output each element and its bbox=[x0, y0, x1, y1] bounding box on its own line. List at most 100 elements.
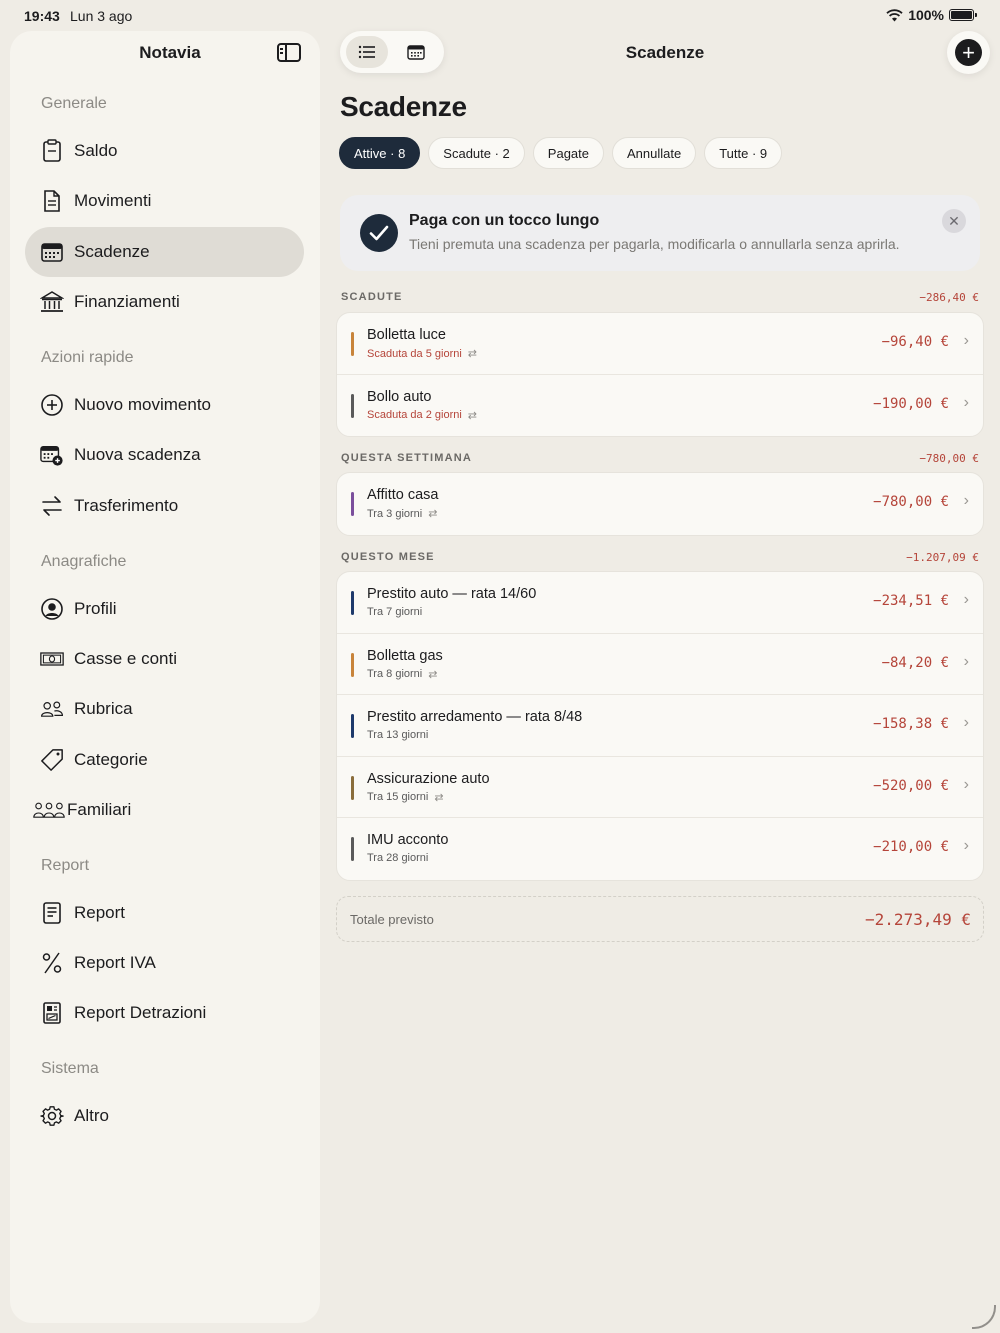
sidebar-item-categorie[interactable]: Categorie bbox=[25, 735, 304, 785]
sidebar-item-report[interactable]: Report bbox=[25, 888, 304, 938]
item-name: Affitto casa bbox=[367, 487, 439, 503]
checkmark-icon bbox=[360, 214, 398, 252]
status-time: 19:43 bbox=[24, 8, 60, 24]
group-header-questa-settimana: QUESTA SETTIMANA −780,00 € bbox=[341, 452, 979, 466]
sidebar-item-label: Familiari bbox=[67, 800, 132, 819]
sidebar-item-profili[interactable]: Profili bbox=[25, 584, 304, 634]
item-amount: −190,00 € bbox=[873, 395, 949, 412]
sidebar-item-trasferimento[interactable]: Trasferimento bbox=[25, 481, 304, 531]
list-view-button[interactable] bbox=[346, 36, 388, 68]
sidebar-item-familiari[interactable]: Familiari bbox=[25, 785, 304, 835]
item-amount: −96,40 € bbox=[881, 334, 949, 350]
chevron-right-icon: › bbox=[963, 775, 969, 793]
sidebar-item-report-iva[interactable]: Report IVA bbox=[25, 938, 304, 988]
sidebar-item-altro[interactable]: Altro bbox=[25, 1091, 304, 1141]
list-item[interactable]: Bollo auto Scaduta da 2 giorni ⇄ −190,00 … bbox=[337, 375, 983, 437]
filter-annullate[interactable]: Annullate bbox=[612, 137, 697, 169]
sidebar-item-scadenze[interactable]: Scadenze bbox=[25, 227, 304, 277]
sidebar-item-label: Report IVA bbox=[74, 953, 156, 972]
page-title: Scadenze bbox=[340, 91, 467, 122]
item-due: Tra 13 giorni bbox=[367, 729, 429, 741]
list-item[interactable]: Bolletta gas Tra 8 giorni ⇄ −84,20 € › bbox=[337, 634, 983, 695]
item-name: Bollo auto bbox=[367, 388, 432, 405]
item-subtitle: Tra 3 giorni ⇄ bbox=[367, 507, 438, 521]
sidebar-item-nuovo-movimento[interactable]: Nuovo movimento bbox=[25, 380, 304, 430]
sidebar-toggle-icon[interactable] bbox=[277, 43, 301, 62]
item-subtitle: Tra 7 giorni bbox=[367, 606, 422, 618]
filter-attive[interactable]: Attive · 8 bbox=[339, 137, 421, 169]
resize-handle-icon[interactable] bbox=[972, 1305, 996, 1329]
calendar-view-button[interactable] bbox=[395, 36, 437, 68]
calendar-plus-icon bbox=[40, 443, 64, 467]
tip-title: Paga con un tocco lungo bbox=[409, 212, 600, 229]
list-item[interactable]: Assicurazione auto Tra 15 giorni ⇄ −520,0… bbox=[337, 757, 983, 818]
item-amount: −158,38 € bbox=[873, 716, 949, 732]
receipt-icon bbox=[40, 1001, 64, 1025]
list-item[interactable]: Prestito auto — rata 14/60 Tra 7 giorni … bbox=[337, 572, 983, 634]
item-subtitle: Scaduta da 5 giorni ⇄ bbox=[367, 347, 477, 361]
battery-percent: 100% bbox=[908, 7, 944, 23]
list-item[interactable]: Affitto casa Tra 3 giorni ⇄ −780,00 € › bbox=[337, 473, 983, 535]
tag-icon bbox=[40, 748, 64, 772]
sidebar-item-label: Report bbox=[74, 903, 126, 922]
item-name: Bolletta gas bbox=[367, 647, 443, 664]
total-value: −2.273,49 € bbox=[865, 910, 971, 929]
gear-icon bbox=[40, 1104, 64, 1128]
sidebar-item-label: Nuovo movimento bbox=[74, 395, 212, 414]
wifi-icon bbox=[886, 8, 903, 21]
family-icon bbox=[33, 798, 65, 822]
filter-tutte[interactable]: Tutte · 9 bbox=[704, 137, 783, 169]
plus-circle-icon bbox=[40, 393, 64, 417]
item-due: Tra 3 giorni bbox=[367, 507, 423, 520]
close-icon[interactable]: ✕ bbox=[942, 209, 966, 233]
sidebar-item-label: Finanziamenti bbox=[74, 292, 180, 311]
status-bar: 19:43 Lun 3 ago 100% bbox=[0, 0, 1000, 30]
item-due: Scaduta da 2 giorni bbox=[367, 409, 462, 421]
item-due: Tra 7 giorni bbox=[367, 606, 423, 618]
sidebar-item-finanziamenti[interactable]: Finanziamenti bbox=[25, 277, 304, 327]
chevron-right-icon: › bbox=[963, 837, 969, 854]
list-item[interactable]: Bolletta luce Scaduta da 5 giorni ⇄ −96,4… bbox=[337, 313, 983, 375]
sidebar-item-report-detrazioni[interactable]: Report Detrazioni bbox=[25, 988, 304, 1038]
item-amount: −84,20 € bbox=[881, 654, 949, 671]
sidebar-item-label: Nuova scadenza bbox=[74, 445, 201, 464]
chevron-right-icon: › bbox=[963, 393, 969, 411]
filter-scadute[interactable]: Scadute · 2 bbox=[428, 137, 525, 169]
category-color-bar bbox=[351, 714, 354, 738]
calendar-icon bbox=[40, 240, 64, 264]
list-item[interactable]: Prestito arredamento — rata 8/48 Tra 13 … bbox=[337, 695, 983, 757]
sidebar-item-label: Casse e conti bbox=[74, 649, 177, 668]
item-name: Prestito auto — rata 14/60 bbox=[367, 586, 537, 602]
filter-chips: Attive · 8 Scadute · 2 Pagate Annullate … bbox=[339, 137, 783, 169]
item-name: IMU acconto bbox=[367, 832, 449, 848]
item-subtitle: Tra 28 giorni bbox=[367, 852, 428, 864]
recurring-icon: ⇄ bbox=[434, 791, 444, 804]
sidebar-item-movimenti[interactable]: Movimenti bbox=[25, 176, 304, 226]
category-color-bar bbox=[351, 837, 354, 861]
sidebar-item-nuova-scadenza[interactable]: Nuova scadenza bbox=[25, 430, 304, 480]
group-header-scadute: SCADUTE −286,40 € bbox=[341, 291, 979, 305]
sidebar-item-saldo[interactable]: Saldo bbox=[25, 126, 304, 176]
filter-pagate[interactable]: Pagate bbox=[532, 137, 604, 169]
sidebar-item-label: Report Detrazioni bbox=[74, 1003, 207, 1022]
total-label: Totale previsto bbox=[350, 912, 434, 927]
add-deadline-button[interactable]: + bbox=[947, 31, 990, 74]
item-amount: −210,00 € bbox=[873, 839, 949, 855]
list-item[interactable]: IMU acconto Tra 28 giorni −210,00 € › bbox=[337, 818, 983, 880]
group-total: −286,40 € bbox=[919, 291, 979, 304]
sidebar-item-label: Saldo bbox=[74, 141, 118, 160]
transfer-arrows-icon bbox=[40, 494, 64, 518]
sidebar-item-rubrica[interactable]: Rubrica bbox=[25, 684, 304, 734]
item-name: Prestito arredamento — rata 8/48 bbox=[367, 709, 583, 725]
sidebar-item-label: Movimenti bbox=[74, 191, 152, 210]
section-generale: Generale bbox=[41, 95, 107, 112]
chevron-right-icon: › bbox=[963, 492, 969, 509]
category-color-bar bbox=[351, 492, 354, 516]
document-icon bbox=[40, 189, 64, 213]
recurring-icon: ⇄ bbox=[428, 508, 438, 520]
item-subtitle: Tra 15 giorni ⇄ bbox=[367, 791, 444, 804]
report-icon bbox=[40, 901, 64, 925]
sidebar-item-casse-e-conti[interactable]: Casse e conti bbox=[25, 634, 304, 684]
sidebar-item-label: Categorie bbox=[74, 750, 148, 769]
wallet-icon bbox=[40, 139, 64, 163]
